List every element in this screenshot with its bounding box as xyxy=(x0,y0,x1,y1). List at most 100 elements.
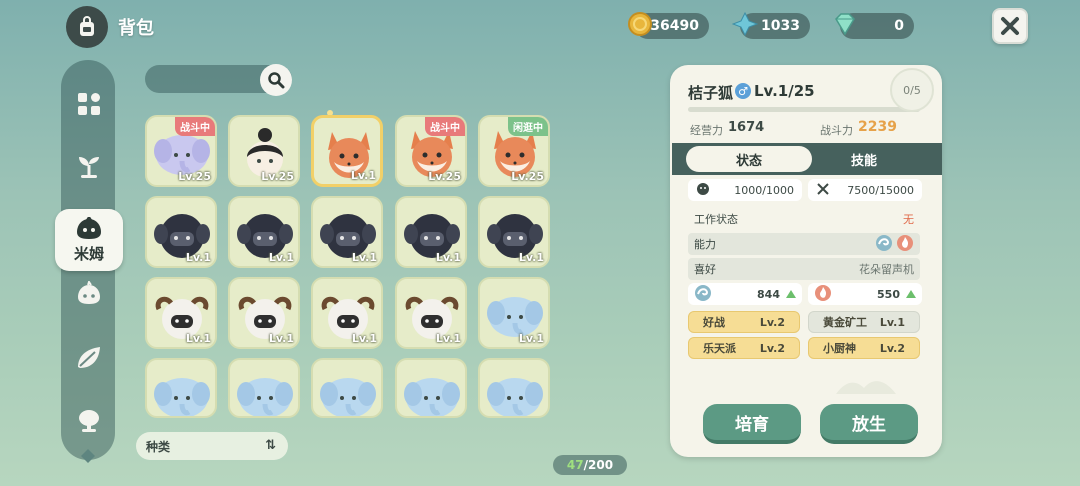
pet-slot[interactable]: Lv.1 xyxy=(478,277,550,349)
gem-value: 0 xyxy=(894,18,904,34)
wind-ability-stat: 844 xyxy=(688,283,802,305)
wind-icon xyxy=(694,284,712,305)
pet-slot[interactable]: 闲逛中 Lv.25 xyxy=(478,115,550,187)
pet-level: Lv.1 xyxy=(435,251,461,264)
gold-coin-counter: 36490 xyxy=(628,12,709,39)
trait-name: 好战 xyxy=(703,316,725,329)
grid-icon xyxy=(78,93,100,115)
gold-coin-value: 36490 xyxy=(650,18,699,34)
combat-value: 2239 xyxy=(858,119,897,135)
pet-slot[interactable]: Lv.1 xyxy=(478,196,550,268)
sidebar-item-materials[interactable] xyxy=(75,343,103,371)
trait-level: Lv.2 xyxy=(879,341,905,355)
trait-1[interactable]: 好战 Lv.2 xyxy=(688,311,800,333)
tab-status[interactable]: 状态 xyxy=(686,146,812,172)
pet-level: Lv.1 xyxy=(268,332,294,345)
close-button[interactable] xyxy=(992,8,1028,44)
arrow-up-icon xyxy=(906,288,916,301)
pet-slot[interactable]: Lv.1 xyxy=(395,277,467,349)
sidebar-item-label: 米姆 xyxy=(73,244,104,263)
pet-slot[interactable]: Lv.1 xyxy=(228,277,300,349)
pet-level: Lv.1 xyxy=(351,251,377,264)
elephant-blue-pet-icon xyxy=(320,378,376,416)
pet-slot[interactable]: 战斗中 Lv.25 xyxy=(145,115,217,187)
gem-icon xyxy=(830,9,860,39)
operation-value: 1674 xyxy=(728,120,765,135)
fruit-badge: 0/5 xyxy=(890,68,934,112)
sidebar-item-items[interactable] xyxy=(75,90,103,118)
pet-level: Lv.25 xyxy=(511,170,544,183)
pet-slot[interactable] xyxy=(228,358,300,418)
capacity-counter: 47 /200 xyxy=(553,455,627,475)
fruit-badge-count: 0/5 xyxy=(903,83,921,97)
blue-crystal-icon xyxy=(730,9,760,39)
pet-slot[interactable] xyxy=(478,358,550,418)
pet-slot[interactable]: Lv.1 xyxy=(145,196,217,268)
trait-level: Lv.2 xyxy=(759,341,785,355)
pet-level: Lv.25 xyxy=(261,170,294,183)
hunger-value: 1000/1000 xyxy=(734,183,794,197)
stamina-value: 7500/15000 xyxy=(847,183,914,197)
pet-level: Lv.1 xyxy=(351,332,377,345)
pet-slot[interactable]: 战斗中 Lv.25 xyxy=(395,115,467,187)
fire-value: 550 xyxy=(877,287,900,301)
pet-slot[interactable]: Lv.1 xyxy=(311,196,383,268)
trait-3[interactable]: 乐天派 Lv.2 xyxy=(688,337,800,359)
release-button[interactable]: 放生 xyxy=(820,404,918,444)
pet-slot[interactable] xyxy=(311,358,383,418)
sidebar-item-plants[interactable] xyxy=(75,152,103,180)
capacity-current: 47 xyxy=(566,458,584,472)
sidebar-item-decor[interactable] xyxy=(75,406,103,434)
fire-ability-stat: 550 xyxy=(808,283,922,305)
pet-slot[interactable]: Lv.25 xyxy=(228,115,300,187)
page-title: 背包 xyxy=(118,18,154,39)
hunger-stat: 1000/1000 xyxy=(688,179,802,201)
pet-level: Lv.25 xyxy=(178,170,211,183)
pet-level: Lv.1 xyxy=(185,251,211,264)
trait-name: 乐天派 xyxy=(703,342,736,355)
pet-name: 桔子狐 xyxy=(688,84,734,102)
pet-level: Lv.1 xyxy=(518,251,544,264)
pet-slot[interactable]: Lv.1 xyxy=(311,115,383,187)
close-icon xyxy=(1001,17,1019,35)
pet-slot[interactable]: Lv.1 xyxy=(228,196,300,268)
elephant-blue-pet-icon xyxy=(487,378,543,416)
pet-level: Lv.1/25 xyxy=(754,82,815,100)
crystal-counter: 1033 xyxy=(732,11,810,39)
leaf-icon xyxy=(78,347,100,368)
pet-slot[interactable]: Lv.1 xyxy=(395,196,467,268)
work-status-row: 工作状态 无 xyxy=(688,208,920,230)
pet-slot[interactable]: Lv.1 xyxy=(145,277,217,349)
tab-skill[interactable]: 技能 xyxy=(812,146,916,172)
sort-dropdown[interactable]: 种类 ⇅ xyxy=(136,432,288,460)
sidebar-item-mimu[interactable]: 米姆 xyxy=(55,209,123,271)
sort-icon: ⇅ xyxy=(265,438,276,453)
slime-outline-icon xyxy=(78,281,100,304)
trait-level: Lv.1 xyxy=(879,315,905,329)
pet-slot[interactable]: Lv.1 xyxy=(311,277,383,349)
trait-2[interactable]: 黄金矿工 Lv.1 xyxy=(808,311,920,333)
arrow-up-icon xyxy=(786,288,796,301)
sort-label: 种类 xyxy=(146,439,171,454)
sprout-icon xyxy=(79,157,99,178)
gem-counter: 0 xyxy=(835,13,914,39)
search-button[interactable] xyxy=(260,64,292,96)
crystal-value: 1033 xyxy=(761,18,800,34)
slime-icon xyxy=(77,216,101,239)
work-status-value: 无 xyxy=(903,213,914,226)
level-progress-bar xyxy=(688,107,920,112)
trait-4[interactable]: 小厨神 Lv.2 xyxy=(808,337,920,359)
stamina-stat: 7500/15000 xyxy=(808,179,922,201)
capacity-total: /200 xyxy=(583,458,614,472)
pet-slot[interactable] xyxy=(395,358,467,418)
search-icon xyxy=(268,72,285,89)
work-status-label: 工作状态 xyxy=(694,213,738,226)
combat-label: 战斗力 xyxy=(820,124,853,137)
nurture-button[interactable]: 培育 xyxy=(703,404,801,444)
wind-value: 844 xyxy=(757,287,780,301)
pet-slot[interactable] xyxy=(145,358,217,418)
elephant-blue-pet-icon xyxy=(404,378,460,416)
sidebar-item-creatures[interactable] xyxy=(75,280,103,308)
gold-coin-icon xyxy=(625,9,655,39)
ability-label: 能力 xyxy=(694,238,716,251)
